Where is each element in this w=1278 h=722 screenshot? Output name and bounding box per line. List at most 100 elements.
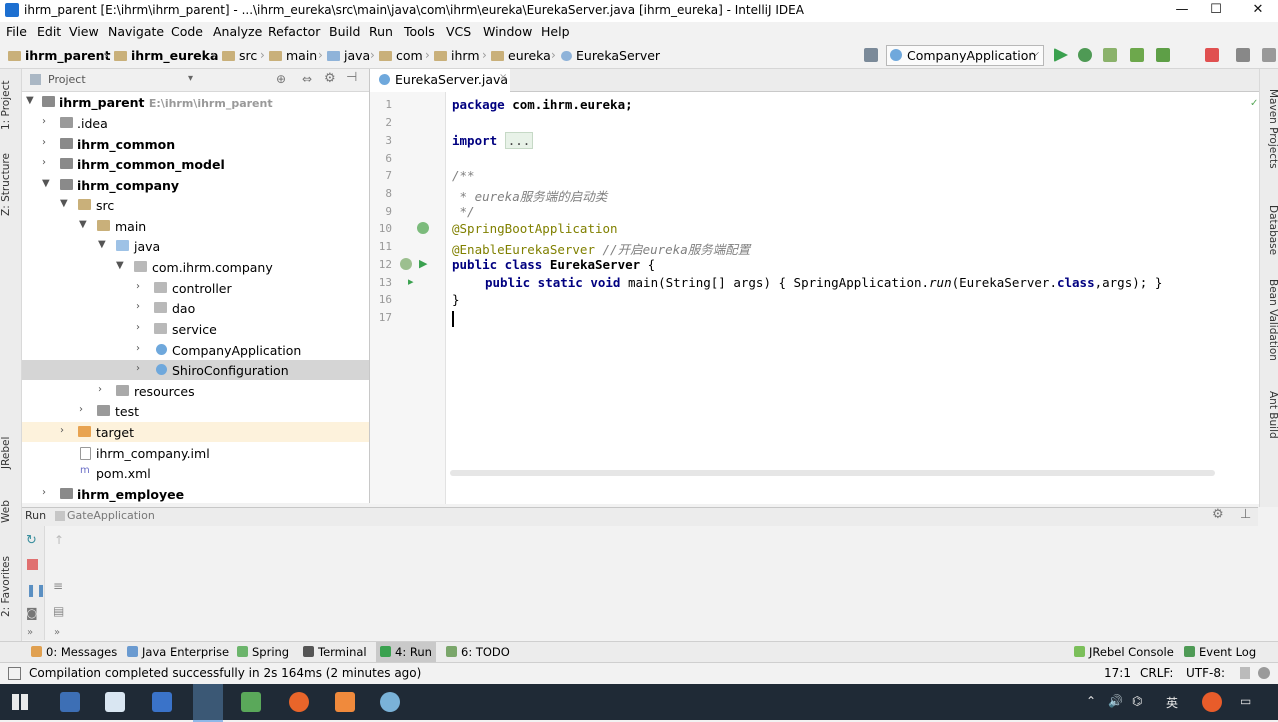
crumb-main[interactable]: main: [269, 48, 317, 63]
file-encoding[interactable]: UTF-8:: [1186, 666, 1225, 680]
inspection-ok-icon[interactable]: ✓: [1250, 98, 1258, 109]
status-message[interactable]: Compilation completed successfully in 2s…: [29, 666, 421, 680]
debug-icon[interactable]: [1078, 48, 1092, 62]
tab-java-enterprise[interactable]: Java Enterprise: [127, 645, 229, 659]
camera-icon[interactable]: ◙: [26, 606, 38, 620]
project-structure-icon[interactable]: [1236, 48, 1250, 62]
notification-icon[interactable]: ▭: [1240, 694, 1251, 708]
pause-icon[interactable]: ❚❚: [26, 583, 46, 597]
run-gutter-icon[interactable]: ▶: [419, 257, 427, 270]
hide-icon[interactable]: ⊥: [1240, 507, 1251, 522]
up-icon[interactable]: ↑: [54, 533, 64, 547]
menu-edit[interactable]: Edit: [37, 24, 61, 39]
tab-jrebel-console[interactable]: JRebel Console: [1074, 645, 1174, 659]
caret-position[interactable]: 17:1: [1104, 666, 1131, 680]
tab-event-log[interactable]: Event Log: [1184, 645, 1256, 659]
tree-item-ihrm-common[interactable]: › ihrm_common: [22, 134, 369, 154]
more-icon[interactable]: »: [27, 627, 33, 638]
scroll-from-source-icon[interactable]: ⊕: [276, 72, 286, 86]
browser-icon[interactable]: [289, 692, 309, 712]
chevron-right-icon[interactable]: ›: [136, 281, 140, 292]
tab-structure[interactable]: Z: Structure: [0, 153, 21, 217]
chevron-right-icon[interactable]: ›: [42, 137, 46, 148]
soft-wrap-icon[interactable]: ≡: [53, 579, 63, 593]
rerun-icon[interactable]: ↻: [26, 533, 37, 548]
run-main-gutter-icon[interactable]: ▸: [408, 275, 414, 288]
tab-favorites[interactable]: 2: Favorites: [0, 555, 21, 619]
search-everywhere-icon[interactable]: [1262, 48, 1276, 62]
tab-bean-validation[interactable]: Bean Validation: [1261, 279, 1278, 371]
chevron-down-icon[interactable]: ▼: [60, 198, 68, 209]
tab-terminal[interactable]: Terminal: [303, 645, 367, 659]
intellij-taskbar-icon[interactable]: [193, 684, 223, 722]
run-icon[interactable]: [1054, 48, 1068, 62]
tool-windows-icon[interactable]: [8, 667, 21, 680]
crumb-com[interactable]: com: [379, 48, 423, 63]
tree-item-ihrm-parent[interactable]: ▼ ihrm_parent E:\ihrm\ihrm_parent: [22, 92, 369, 112]
notepad-icon[interactable]: [241, 692, 261, 712]
menu-build[interactable]: Build: [329, 24, 360, 39]
chevron-right-icon[interactable]: ›: [136, 343, 140, 354]
chevron-right-icon[interactable]: ›: [42, 157, 46, 168]
chevron-down-icon[interactable]: ▼: [42, 178, 50, 189]
tab-maven-projects[interactable]: Maven Projects: [1261, 89, 1278, 173]
tree-item-shiroconfiguration[interactable]: › ShiroConfiguration: [22, 360, 369, 380]
speaker-icon[interactable]: 🔊: [1108, 694, 1123, 708]
tree-item-dao[interactable]: › dao: [22, 298, 369, 318]
menu-run[interactable]: Run: [369, 24, 393, 39]
tree-item-ihrm-company[interactable]: ▼ ihrm_company: [22, 175, 369, 195]
crumb-src[interactable]: src: [222, 48, 257, 63]
menu-refactor[interactable]: Refactor: [268, 24, 320, 39]
tree-item-controller[interactable]: › controller: [22, 278, 369, 298]
tab-web[interactable]: Web: [0, 495, 21, 529]
run-console[interactable]: ↻ ❚❚ ◙ » ↑ ≡ ▤ »: [22, 526, 1278, 640]
sublime-icon[interactable]: [335, 692, 355, 712]
tree-item-src[interactable]: ▼ src: [22, 195, 369, 215]
more-icon[interactable]: »: [54, 627, 60, 638]
tree-item-com-ihrm-company[interactable]: ▼ com.ihrm.company: [22, 257, 369, 277]
run-config-tab[interactable]: GateApplication: [67, 509, 155, 522]
tree-item-idea[interactable]: › .idea: [22, 113, 369, 133]
menu-window[interactable]: Window: [483, 24, 532, 39]
ime-indicator[interactable]: 英: [1166, 694, 1178, 711]
tree-item-ihrm-company-iml[interactable]: ihrm_company.iml: [22, 443, 369, 463]
crumb-eurekaserver[interactable]: EurekaServer: [561, 48, 660, 63]
chevron-right-icon[interactable]: ›: [136, 301, 140, 312]
close-tab-icon[interactable]: ×: [499, 72, 507, 83]
tab-database[interactable]: Database: [1261, 205, 1278, 259]
menu-view[interactable]: View: [69, 24, 99, 39]
chevron-down-icon[interactable]: ▼: [116, 260, 124, 271]
horizontal-scrollbar[interactable]: [450, 470, 1215, 476]
code-editor[interactable]: 1 2 3 6 7 8 9 10 11 12 13 16 17 ▶ ▸ pack…: [370, 92, 1259, 504]
tab-jrebel[interactable]: JRebel: [0, 431, 21, 475]
tab-ant-build[interactable]: Ant Build: [1261, 391, 1278, 451]
menu-code[interactable]: Code: [171, 24, 203, 39]
windows-start-icon[interactable]: [12, 694, 28, 710]
crumb-ihrm-parent[interactable]: ihrm_parent: [8, 48, 111, 63]
run-config-select[interactable]: CompanyApplication ⌵: [886, 45, 1044, 66]
crumb-java[interactable]: java: [327, 48, 370, 63]
jrebel-debug-icon[interactable]: [1156, 48, 1170, 62]
menu-file[interactable]: File: [6, 24, 27, 39]
inspector-icon[interactable]: [1258, 667, 1270, 679]
chevron-right-icon[interactable]: ›: [98, 384, 102, 395]
menu-analyze[interactable]: Analyze: [213, 24, 262, 39]
vscode-icon[interactable]: [152, 692, 172, 712]
close-button[interactable]: ✕: [1238, 0, 1278, 22]
tree-item-companyapplication[interactable]: › CompanyApplication: [22, 340, 369, 360]
collapse-all-icon[interactable]: ⇔: [302, 72, 312, 86]
tree-item-pom-xml[interactable]: m pom.xml: [22, 463, 369, 483]
line-separator[interactable]: CRLF:: [1140, 666, 1173, 680]
chevron-right-icon[interactable]: ›: [136, 363, 140, 374]
tab-todo[interactable]: 6: TODO: [446, 645, 510, 659]
explorer-icon[interactable]: [105, 692, 125, 712]
chevron-down-icon[interactable]: ▼: [79, 219, 87, 230]
tree-item-test[interactable]: › test: [22, 401, 369, 421]
stop-icon[interactable]: [1205, 48, 1219, 62]
taskbar-app-icon[interactable]: [60, 692, 80, 712]
menu-vcs[interactable]: VCS: [446, 24, 471, 39]
tab-eurekaserver-java[interactable]: EurekaServer.java ×: [370, 69, 510, 93]
chevron-right-icon[interactable]: ›: [79, 404, 83, 415]
tree-item-ihrm-common-model[interactable]: › ihrm_common_model: [22, 154, 369, 174]
jrebel-run-icon[interactable]: [1130, 48, 1144, 62]
